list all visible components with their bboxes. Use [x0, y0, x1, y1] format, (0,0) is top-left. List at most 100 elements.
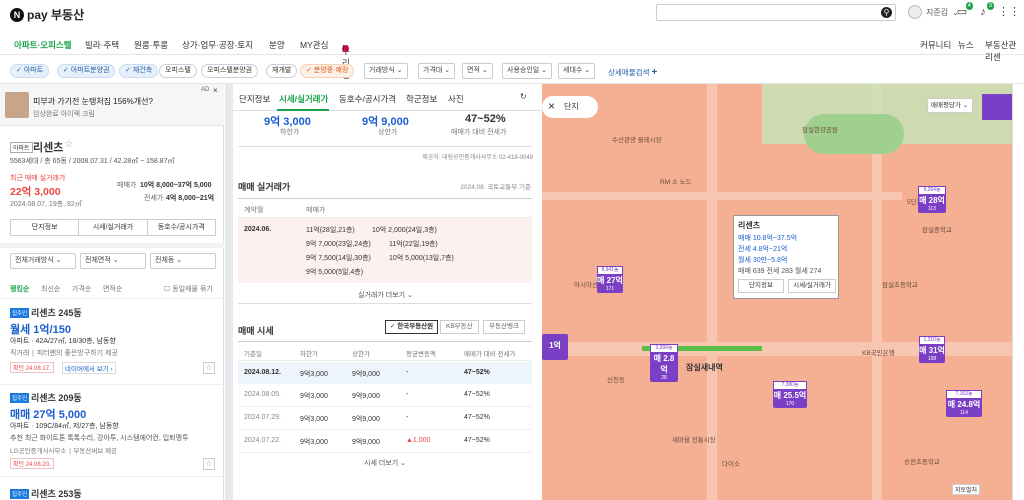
naver-link[interactable]: 네이버에서 보기 › [62, 362, 116, 374]
confirm-date: 확인 24.08.17. [10, 362, 54, 373]
detail-search-link[interactable]: 상세매물검색 + [608, 67, 657, 78]
price-button[interactable]: 시세/실거래가 [79, 220, 148, 235]
map-marker[interactable]: 7,380동 매 25.5억 170 [773, 381, 807, 408]
detail-panel: 단지정보 시세/실거래가 동호수/공시가격 학군정보 사진 ↻ 9억 3,000… [233, 84, 541, 500]
tab-bank[interactable]: 부동산뱅크 [483, 320, 525, 334]
real-more-button[interactable]: 실거래가 더보기 ⌄ [358, 290, 413, 300]
close-icon[interactable]: × [548, 99, 555, 113]
rent-label: 전세가 [144, 195, 164, 202]
dongho-button[interactable]: 동호수/공시가격 [148, 220, 215, 235]
popup-counts: 매매 639 전세 283 월세 274 [738, 268, 822, 275]
sort-ranking[interactable]: 랭킹순 [10, 284, 29, 294]
panel-divider [225, 84, 233, 500]
popup-price-button[interactable]: 시세/실거래가 [788, 279, 836, 293]
user-menu[interactable]: 지준김 ⌄ [908, 5, 959, 19]
naver-pay-logo[interactable]: Npay 부동산 [10, 6, 84, 23]
complex-info-button[interactable]: 단지정보 [11, 220, 80, 235]
tab-complex[interactable]: 단지정보 [239, 93, 270, 105]
map-marker[interactable]: 1억 [542, 334, 568, 360]
type-badge: 아파트 [10, 142, 33, 153]
chip-redevelop[interactable]: 재개발 [266, 64, 298, 78]
source-note: 제공처: 대림공인중개사사무소 02-418-0049 [422, 155, 533, 161]
table-row[interactable]: 2024.07.22. 9억3,000 9억9,000 ▲1,000 47~52… [238, 430, 532, 453]
same-listing-toggle[interactable]: ☐ 동일매물 묶기 [164, 284, 213, 294]
star-icon[interactable]: ☆ [203, 362, 215, 374]
map-marker[interactable]: 9,264동 매 28억 113 [918, 186, 946, 213]
map-marker[interactable]: 7,163동 매 24.8억 114 [946, 390, 982, 417]
map-marker[interactable]: 8,941동 매 27억 171 [597, 266, 623, 293]
map-toolbar[interactable] [1012, 84, 1024, 500]
chip-apt-presale[interactable]: ✓ 아파트분양권 [57, 64, 116, 78]
tab-price[interactable]: 시세/실거래가 [279, 93, 328, 105]
list-item[interactable]: 집주인 리센츠 245동 월세 1억/150 아파트 · 42A/27㎡, 18… [0, 302, 224, 382]
map-road [542, 342, 1024, 356]
map-layer-toggle[interactable] [982, 94, 1012, 120]
select-households[interactable]: 세대수 ⌄ [558, 63, 596, 79]
chip-rebuild[interactable]: ✓ 재건축 [119, 64, 159, 78]
price-title: 매매 시세 [238, 326, 274, 336]
real-table-head: 계약월 매매가 [238, 198, 532, 218]
select-area[interactable]: 면적 ⌄ [462, 63, 493, 79]
chip-officetel-presale[interactable]: 오피스텔분양권 [201, 64, 259, 78]
select-all-dong[interactable]: 전체동 ⌄ [150, 253, 216, 269]
chat-icon[interactable]: ▭ 4 [955, 2, 973, 19]
confirm-date: 확인 24.08.20. [10, 458, 54, 469]
list-item[interactable]: 집주인 리센츠 209동 매매 27억 5,000 아파트 · 109C/84㎡… [0, 387, 224, 473]
table-row[interactable]: 2024.08.05. 9억3,000 9억9,000 - 47~52% [238, 384, 532, 407]
avatar [908, 5, 922, 19]
tab-dongho[interactable]: 동호수/공시가격 [339, 93, 396, 105]
select-price[interactable]: 가격대 ⌄ [418, 63, 456, 79]
nav-store[interactable]: 상가·업무·공장·토지 [182, 39, 253, 51]
select-all-trade[interactable]: 전체거래방식 ⌄ [10, 253, 76, 269]
bell-icon[interactable]: ♪ 3 [976, 2, 994, 19]
search-icon[interactable]: ⚲ [881, 7, 892, 18]
tab-kb[interactable]: KB부동산 [440, 320, 479, 334]
complex-popup: 리센츠 매매 10.8억~37.5억 전세 4.8억~21억 월세 30만~5.… [733, 215, 839, 299]
complex-info: 5563세대 / 총 65동 / 2008.07.31 / 42.28㎡ ~ 1… [10, 158, 175, 165]
tab-photo[interactable]: 사진 [448, 93, 464, 105]
select-trade[interactable]: 거래방식 ⌄ [364, 63, 408, 79]
real-title: 매매 실거래가 [238, 182, 291, 192]
nav-community[interactable]: 커뮤니티 [920, 39, 951, 51]
listing-name[interactable]: 리센츠 253동 [31, 487, 82, 500]
sort-latest[interactable]: 최신순 [41, 284, 60, 294]
map-marker[interactable]: 1,310동 매 31억 108 [919, 336, 945, 363]
high-label: 상한가 [378, 129, 398, 136]
sort-price[interactable]: 가격순 [72, 284, 91, 294]
close-icon[interactable]: × [213, 86, 218, 95]
select-year[interactable]: 사용승인일 ⌄ [502, 63, 553, 79]
tab-kreb[interactable]: ✓ 한국부동산원 [385, 320, 439, 334]
listing-name: 리센츠 245동 [31, 308, 82, 318]
map-marker[interactable]: 3,399동 매 2.8억 28 [650, 344, 678, 382]
sort-select[interactable]: 매매평당가 ⌄ [927, 98, 973, 113]
table-row[interactable]: 2024.07.29. 9억3,000 9억9,000 - 47~52% [238, 407, 532, 430]
listing-price: 매매 27억 5,000 [10, 409, 87, 421]
star-icon[interactable]: ☆ [64, 139, 73, 150]
price-summary: 9억 3,000 하한가 9억 9,000 상한가 47~52% 매매가 대비 … [238, 112, 532, 147]
nav-apartment[interactable]: 아파트·오피스텔 [14, 39, 72, 51]
table-row[interactable]: 2024.08.12. 9억3,000 9억9,000 - 47~52% [238, 362, 532, 384]
sort-area[interactable]: 면적순 [103, 284, 122, 294]
nav-news[interactable]: 뉴스 [958, 39, 974, 51]
chip-presale-now[interactable]: ✓ 분양중·예정 [300, 64, 355, 78]
search-input[interactable]: ⚲ [656, 4, 896, 21]
recent-date: 2024.08.07, 19층, 82㎡ [10, 201, 82, 208]
tab-school[interactable]: 학군정보 [406, 93, 437, 105]
map-legend[interactable]: 지토벌처 [952, 484, 981, 495]
select-all-area[interactable]: 전체면적 ⌄ [80, 253, 146, 269]
nav-oneroom[interactable]: 원룸·투룸 [134, 39, 168, 51]
real-month: 2024.06. [244, 226, 272, 233]
price-more-button[interactable]: 시세 더보기 ⌄ [364, 458, 406, 468]
nav-my[interactable]: MY관심 [300, 39, 328, 51]
star-icon[interactable]: ☆ [203, 458, 215, 470]
popup-info-button[interactable]: 단지정보 [738, 279, 784, 293]
owner-badge: 집주인 [10, 393, 30, 403]
owner-badge: 집주인 [10, 489, 30, 499]
nav-villa[interactable]: 빌라·주택 [85, 39, 119, 51]
chip-apt[interactable]: ✓ 아파트 [10, 64, 50, 78]
chip-officetel[interactable]: 오피스텔 [159, 64, 197, 78]
listing-agent: LG공인중개사사무소 ∣ 부동산써브 제공 [10, 448, 118, 455]
grid-menu-icon[interactable]: ⋮⋮ [998, 5, 1020, 19]
nav-presale[interactable]: 분양 [269, 39, 285, 51]
refresh-icon[interactable]: ↻ [520, 92, 527, 101]
